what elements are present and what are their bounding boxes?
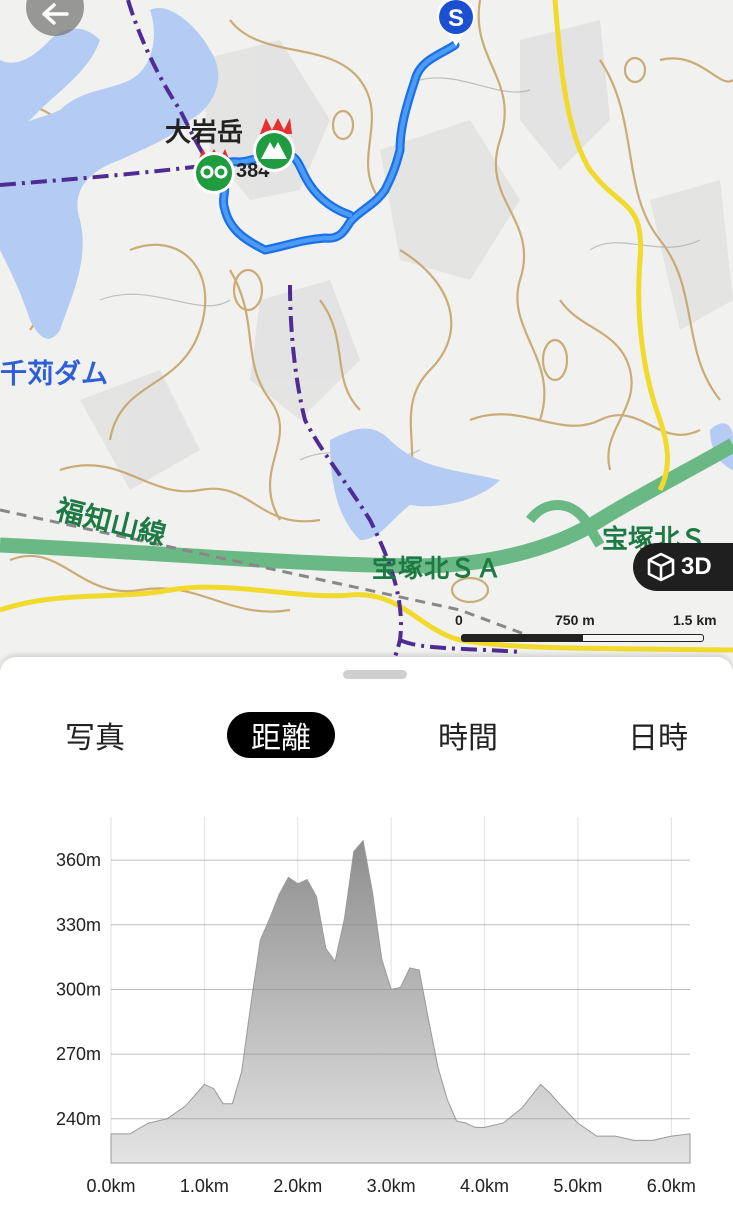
3d-label: 3D [681, 553, 712, 580]
scale-bar-graphic [461, 634, 704, 642]
cube-3d-icon [647, 552, 675, 582]
y-tick-label-0: 240m [56, 1109, 101, 1129]
x-tick-label-4: 4.0km [460, 1176, 509, 1196]
x-tick-label-2: 2.0km [273, 1176, 322, 1196]
x-tick-label-3: 3.0km [367, 1176, 416, 1196]
summit-icon[interactable] [251, 128, 297, 174]
back-arrow-icon [42, 3, 69, 25]
y-tick-label-3: 330m [56, 915, 101, 935]
3d-view-button[interactable]: 3D [633, 543, 733, 591]
x-tick-label-5: 5.0km [553, 1176, 602, 1196]
elevation-chart[interactable]: 240m 270m 300m 330m 360m 0.0km 1.0km 2.0km 3.0km… [0, 657, 733, 1231]
elevation-area [110, 839, 691, 1164]
scale-end-label: 1.5 km [673, 612, 717, 628]
binocular-viewpoint-icon[interactable] [191, 147, 237, 195]
scale-zero-label: 0 [455, 612, 463, 628]
peak-name-label: 大岩岳 [165, 117, 244, 147]
scale-bar: 0 750 m 1.5 km [455, 612, 725, 642]
start-marker-letter: S [448, 5, 464, 32]
dam-label: 千苅ダム [0, 359, 108, 389]
y-tick-label-2: 300m [56, 979, 101, 999]
x-tick-label-1: 1.0km [180, 1176, 229, 1196]
y-tick-label-1: 270m [56, 1044, 101, 1064]
start-pin-icon[interactable]: S [433, 0, 479, 48]
y-tick-label-4: 360m [56, 850, 101, 870]
map-view[interactable]: 大岩岳 384 千苅ダム 福知山線 宝塚北ＳＡ 宝塚北Ｓ S 3D 0 750 … [0, 0, 733, 670]
map-canvas [0, 0, 733, 670]
bottom-sheet[interactable]: 写真 距離 時間 日時 240m 270m 300m 330m 360m 0.0km 1.0… [0, 657, 733, 1231]
x-tick-label-6: 6.0km [647, 1176, 696, 1196]
service-area-label: 宝塚北ＳＡ [372, 555, 503, 583]
x-tick-label-0: 0.0km [86, 1176, 135, 1196]
scale-mid-label: 750 m [555, 612, 595, 628]
